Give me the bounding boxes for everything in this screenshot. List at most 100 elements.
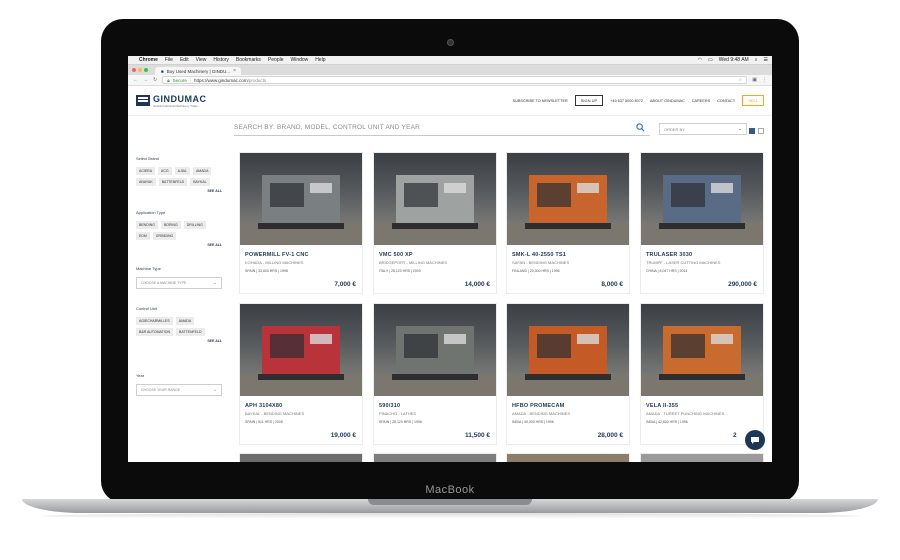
product-title[interactable]: TRULASER 3030	[646, 252, 763, 258]
url-field[interactable]: 🔒︎ Secure | https://www.gindumac.com/pro…	[162, 76, 748, 84]
sell-button[interactable]: SELL	[742, 95, 764, 106]
product-card-partial[interactable]	[373, 453, 497, 462]
control-unit-chip[interactable]: AMADA	[175, 317, 195, 325]
year-range-select[interactable]: CHOOSE YEAR RANGE ⌄	[136, 384, 222, 396]
brand-see-all-link[interactable]: SEE ALL	[136, 189, 222, 193]
maximize-window-icon[interactable]	[144, 68, 148, 72]
battery-icon[interactable]: ▭	[708, 57, 713, 63]
menu-bookmarks[interactable]: Bookmarks	[236, 57, 261, 63]
product-image[interactable]	[374, 454, 496, 462]
product-image[interactable]	[507, 153, 629, 245]
menu-view[interactable]: View	[196, 57, 207, 63]
search-spotlight-icon[interactable]: ⌕	[755, 57, 758, 63]
clock[interactable]: Wed 9:48 AM	[719, 57, 749, 63]
brand-chip[interactable]: ACIERA	[136, 167, 156, 175]
product-image[interactable]	[240, 454, 362, 462]
product-title[interactable]: VELA II-355	[646, 403, 763, 409]
brand-chip[interactable]: AJIAL	[174, 167, 190, 175]
forward-icon[interactable]: →	[143, 77, 148, 83]
product-title[interactable]: 590/310	[379, 403, 496, 409]
phone-link[interactable]: +49 637 5000 8072	[610, 99, 643, 103]
menu-file[interactable]: File	[165, 57, 173, 63]
bookmark-star-icon[interactable]: ☆	[738, 77, 742, 83]
product-card[interactable]: VMC 500 XP BRIDGEPORT - MILLING MACHINES…	[373, 152, 497, 294]
brand-chip[interactable]: AMADA	[192, 167, 212, 175]
application-see-all-link[interactable]: SEE ALL	[136, 243, 222, 247]
application-chip[interactable]: GRINDING	[152, 232, 177, 240]
product-image[interactable]	[507, 454, 629, 462]
product-title[interactable]: SMK-L 40-2550 TS1	[512, 252, 629, 258]
product-card-partial[interactable]	[506, 453, 630, 462]
close-tab-icon[interactable]: ×	[233, 68, 236, 74]
brand-chip[interactable]: BAYKAL	[190, 178, 210, 186]
brand-chip[interactable]: ACG	[158, 167, 172, 175]
application-chip[interactable]: EDM	[136, 232, 150, 240]
product-title[interactable]: HFBO PROMECAM	[512, 403, 629, 409]
brand-chip[interactable]: BATTENFELD	[158, 178, 188, 186]
application-chip[interactable]: BENDING	[136, 221, 158, 229]
menu-app-name[interactable]: Chrome	[139, 57, 158, 63]
product-image[interactable]	[374, 304, 496, 396]
brand-chip[interactable]: ANAYAK	[136, 178, 156, 186]
chevron-down-icon: ⌄	[737, 126, 742, 132]
newsletter-link[interactable]: SUBSCRIBE TO NEWSLETTER	[513, 99, 568, 103]
menu-window[interactable]: Window	[291, 57, 309, 63]
product-image[interactable]	[507, 304, 629, 396]
product-subtitle: SAFAN - BENDING MACHINES	[512, 260, 570, 265]
product-image[interactable]	[240, 153, 362, 245]
year-range-placeholder: CHOOSE YEAR RANGE	[141, 388, 181, 392]
product-image[interactable]	[641, 304, 763, 396]
minimize-window-icon[interactable]	[138, 68, 142, 72]
logo[interactable]: GINDUMAC Global Industrial Machinery Tra…	[136, 94, 207, 108]
product-card[interactable]: 590/310 PINACHO - LATHES SPAIN | 28,120 …	[373, 303, 497, 445]
product-card[interactable]: TRULASER 3030 TRUMPF - LASER CUTTING MAC…	[640, 152, 764, 294]
application-chip[interactable]: DRILLING	[183, 221, 206, 229]
chat-bubble-icon	[751, 437, 759, 444]
contact-link[interactable]: CONTACT	[717, 99, 735, 103]
application-chip[interactable]: BORING	[160, 221, 181, 229]
product-card[interactable]: HFBO PROMECAM AMADA - BENDING MACHINES I…	[506, 303, 630, 445]
extension-icon[interactable]: ▣	[752, 77, 757, 83]
search-icon[interactable]	[636, 123, 645, 132]
list-view-icon[interactable]	[758, 128, 764, 134]
product-image[interactable]	[240, 304, 362, 396]
menu-people[interactable]: People	[268, 57, 284, 63]
machine-type-select[interactable]: CHOOSE A MACHINE TYPE ⌄	[136, 277, 222, 289]
about-link[interactable]: ABOUT GINDUMAC	[650, 99, 685, 103]
menu-history[interactable]: History	[213, 57, 229, 63]
product-card[interactable]: APH 3104X80 BAYKAL - BENDING MACHINES SP…	[239, 303, 363, 445]
menu-list-icon[interactable]: ☰	[764, 57, 768, 63]
search-input[interactable]: SEARCH BY: BRAND, MODEL, CONTROL UNIT AN…	[234, 120, 650, 136]
back-icon[interactable]: ←	[133, 77, 138, 83]
chat-button[interactable]	[745, 430, 765, 450]
header-nav: SUBSCRIBE TO NEWSLETTER SIGN UP +49 637 …	[513, 95, 764, 106]
product-image[interactable]	[641, 153, 763, 245]
grid-view-icon[interactable]	[749, 128, 755, 134]
careers-link[interactable]: CAREERS	[692, 99, 710, 103]
reload-icon[interactable]: ↻	[153, 77, 157, 83]
chrome-menu-icon[interactable]: ⋮	[762, 77, 767, 83]
product-title[interactable]: VMC 500 XP	[379, 252, 496, 258]
product-title[interactable]: POWERMILL FV-1 CNC	[245, 252, 362, 258]
logo-tagline: Global Industrial Machinery Trade	[153, 103, 198, 108]
control-unit-chip[interactable]: AGIECHARMILLES	[136, 317, 173, 325]
product-image[interactable]	[374, 153, 496, 245]
product-image[interactable]	[641, 454, 763, 462]
product-card[interactable]: VELA II-355 AMADA - TURRET PUNCHING MACH…	[640, 303, 764, 445]
control-unit-chip[interactable]: B&R AUTOMATION	[136, 328, 173, 336]
control-unit-see-all-link[interactable]: SEE ALL	[136, 339, 222, 343]
browser-tab[interactable]: ■ Buy Used Machinery | GINDU... ×	[155, 67, 241, 75]
wifi-icon[interactable]: ◠	[698, 57, 702, 63]
menu-edit[interactable]: Edit	[180, 57, 189, 63]
order-by-select[interactable]: ORDER BY ⌄	[659, 123, 747, 135]
product-card[interactable]: POWERMILL FV-1 CNC KOHADA - MILLING MACH…	[239, 152, 363, 294]
control-unit-chip[interactable]: BATTENFELD	[176, 328, 205, 336]
menu-help[interactable]: Help	[315, 57, 325, 63]
logo-name: GINDUMAC	[153, 93, 207, 104]
product-card-partial[interactable]	[640, 453, 764, 462]
close-window-icon[interactable]	[132, 68, 136, 72]
product-title[interactable]: APH 3104X80	[245, 403, 362, 409]
signup-button[interactable]: SIGN UP	[574, 95, 604, 106]
product-card[interactable]: SMK-L 40-2550 TS1 SAFAN - BENDING MACHIN…	[506, 152, 630, 294]
product-card-partial[interactable]	[239, 453, 363, 462]
